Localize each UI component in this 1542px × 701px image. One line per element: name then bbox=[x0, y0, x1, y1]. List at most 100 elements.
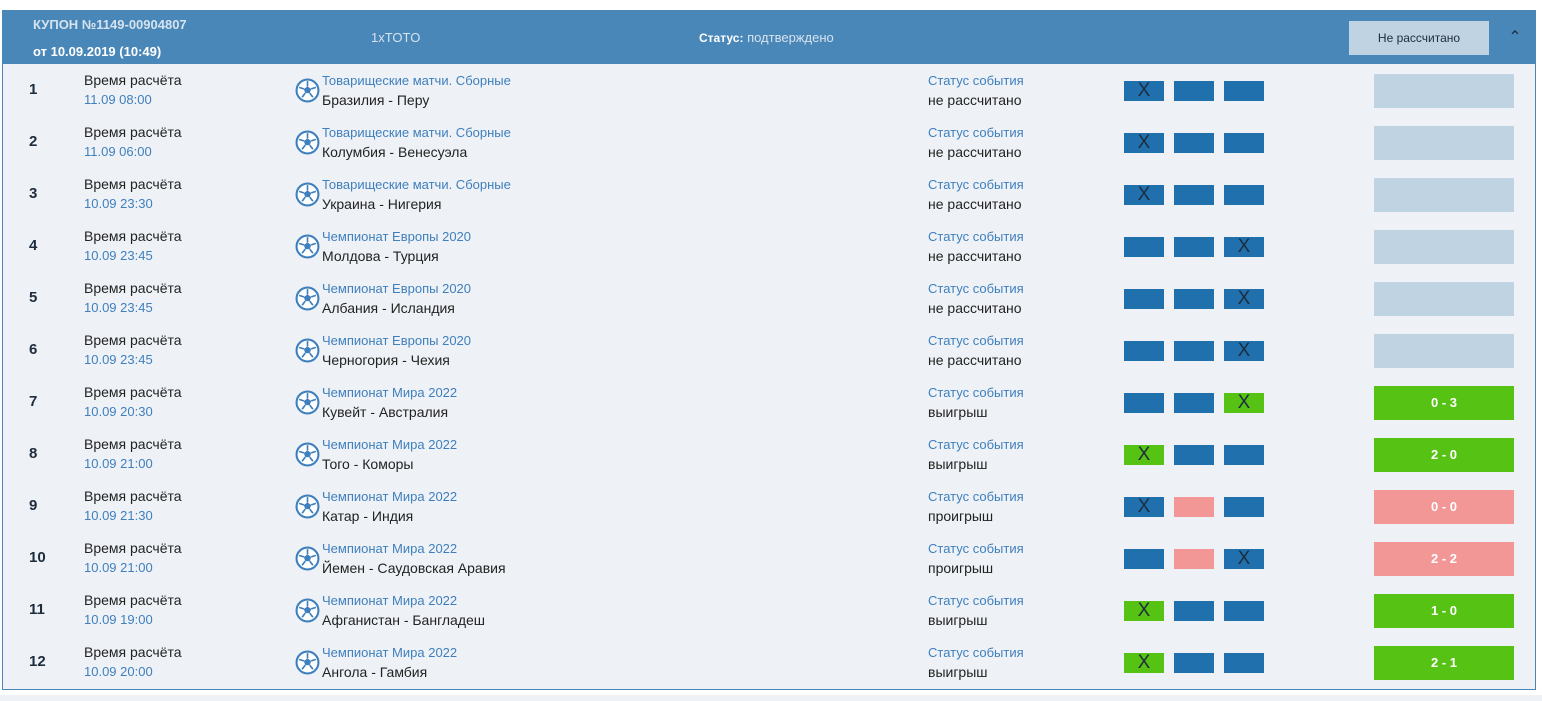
league-link[interactable]: Чемпионат Европы 2020 bbox=[322, 333, 471, 348]
coupon-panel: КУПОН №1149-00904807 от 10.09.2019 (10:4… bbox=[2, 10, 1536, 690]
time-value: 10.09 21:00 bbox=[84, 456, 153, 471]
time-label: Время расчёта bbox=[84, 332, 182, 348]
league-link[interactable]: Чемпионат Мира 2022 bbox=[322, 645, 457, 660]
event-status-label: Статус события bbox=[928, 177, 1024, 192]
time-value: 10.09 20:30 bbox=[84, 404, 153, 419]
event-number: 1 bbox=[29, 81, 38, 98]
outcome-box bbox=[1174, 497, 1214, 517]
outcome-box: X bbox=[1124, 497, 1164, 517]
pick-mark: X bbox=[1137, 652, 1151, 673]
league-link[interactable]: Чемпионат Мира 2022 bbox=[322, 385, 457, 400]
league-link[interactable]: Чемпионат Мира 2022 bbox=[322, 593, 457, 608]
outcome-box bbox=[1124, 549, 1164, 569]
outcome-box: X bbox=[1224, 549, 1264, 569]
event-row: 11 Время расчёта 10.09 19:00 Чемпионат М… bbox=[3, 584, 1535, 636]
time-value: 10.09 23:45 bbox=[84, 352, 153, 367]
event-number: 9 bbox=[29, 497, 38, 514]
time-value: 10.09 21:30 bbox=[84, 508, 153, 523]
outcome-box: X bbox=[1224, 289, 1264, 309]
coupon-header[interactable]: КУПОН №1149-00904807 от 10.09.2019 (10:4… bbox=[3, 11, 1535, 64]
league-link[interactable]: Чемпионат Мира 2022 bbox=[322, 437, 457, 452]
soccer-ball-icon bbox=[295, 494, 320, 519]
match-name: Ангола - Гамбия bbox=[322, 664, 428, 680]
event-status-label: Статус события bbox=[928, 541, 1024, 556]
event-status-value: выигрыш bbox=[928, 456, 988, 472]
outcome-box bbox=[1224, 133, 1264, 153]
result-score bbox=[1374, 230, 1514, 264]
result-score: 0 - 0 bbox=[1374, 490, 1514, 524]
match-name: Черногория - Чехия bbox=[322, 352, 450, 368]
outcome-box bbox=[1124, 237, 1164, 257]
result-score: 2 - 0 bbox=[1374, 438, 1514, 472]
pick-mark: X bbox=[1237, 236, 1251, 257]
event-number: 4 bbox=[29, 237, 38, 254]
league-link[interactable]: Товарищеские матчи. Сборные bbox=[322, 125, 511, 140]
event-status-label: Статус события bbox=[928, 229, 1024, 244]
result-score bbox=[1374, 74, 1514, 108]
soccer-ball-icon bbox=[295, 286, 320, 311]
event-status-value: проигрыш bbox=[928, 508, 994, 524]
outcome-box bbox=[1224, 653, 1264, 673]
coupon-status: Статус: подтверждено bbox=[699, 30, 834, 45]
match-name: Украина - Нигерия bbox=[322, 196, 442, 212]
event-row: 7 Время расчёта 10.09 20:30 Чемпионат Ми… bbox=[3, 376, 1535, 428]
soccer-ball-icon bbox=[295, 546, 320, 571]
league-link[interactable]: Чемпионат Европы 2020 bbox=[322, 229, 471, 244]
outcome-box bbox=[1224, 445, 1264, 465]
pick-mark: X bbox=[1237, 288, 1251, 309]
coupon-date: от 10.09.2019 (10:49) bbox=[33, 44, 162, 59]
chevron-up-icon[interactable]: ⌃ bbox=[1505, 27, 1525, 47]
event-status-value: не рассчитано bbox=[928, 92, 1022, 108]
event-status-value: проигрыш bbox=[928, 560, 994, 576]
soccer-ball-icon bbox=[295, 598, 320, 623]
outcome-box: X bbox=[1224, 341, 1264, 361]
outcome-box bbox=[1174, 653, 1214, 673]
match-name: Того - Коморы bbox=[322, 456, 414, 472]
match-name: Катар - Индия bbox=[322, 508, 414, 524]
event-status-label: Статус события bbox=[928, 125, 1024, 140]
pick-mark: X bbox=[1137, 184, 1151, 205]
event-row: 1 Время расчёта 11.09 08:00 Товарищеские… bbox=[3, 64, 1535, 116]
league-link[interactable]: Чемпионат Мира 2022 bbox=[322, 489, 457, 504]
pick-mark: X bbox=[1237, 392, 1251, 413]
time-label: Время расчёта bbox=[84, 436, 182, 452]
time-value: 11.09 08:00 bbox=[84, 92, 152, 107]
outcome-box: X bbox=[1124, 185, 1164, 205]
time-value: 10.09 20:00 bbox=[84, 664, 153, 679]
event-status-label: Статус события bbox=[928, 437, 1024, 452]
event-status-label: Статус события bbox=[928, 645, 1024, 660]
time-label: Время расчёта bbox=[84, 540, 182, 556]
time-label: Время расчёта bbox=[84, 488, 182, 504]
outcome-box: X bbox=[1124, 601, 1164, 621]
outcome-box bbox=[1224, 601, 1264, 621]
not-calculated-button[interactable]: Не рассчитано bbox=[1349, 21, 1489, 55]
event-status-label: Статус события bbox=[928, 385, 1024, 400]
event-number: 7 bbox=[29, 393, 38, 410]
status-value: подтверждено bbox=[747, 30, 834, 45]
outcome-box: X bbox=[1124, 445, 1164, 465]
time-label: Время расчёта bbox=[84, 592, 182, 608]
event-status-value: не рассчитано bbox=[928, 144, 1022, 160]
event-number: 2 bbox=[29, 133, 38, 150]
league-link[interactable]: Чемпионат Европы 2020 bbox=[322, 281, 471, 296]
outcome-box bbox=[1224, 497, 1264, 517]
soccer-ball-icon bbox=[295, 442, 320, 467]
pick-mark: X bbox=[1137, 600, 1151, 621]
event-status-value: не рассчитано bbox=[928, 196, 1022, 212]
match-name: Афганистан - Бангладеш bbox=[322, 612, 486, 628]
event-status-value: выигрыш bbox=[928, 664, 988, 680]
league-link[interactable]: Товарищеские матчи. Сборные bbox=[322, 73, 511, 88]
league-link[interactable]: Товарищеские матчи. Сборные bbox=[322, 177, 511, 192]
league-link[interactable]: Чемпионат Мира 2022 bbox=[322, 541, 457, 556]
time-label: Время расчёта bbox=[84, 124, 182, 140]
soccer-ball-icon bbox=[295, 390, 320, 415]
time-value: 10.09 23:45 bbox=[84, 300, 153, 315]
soccer-ball-icon bbox=[295, 650, 320, 675]
outcome-box bbox=[1224, 185, 1264, 205]
event-row: 2 Время расчёта 11.09 06:00 Товарищеские… bbox=[3, 116, 1535, 168]
outcome-box bbox=[1174, 289, 1214, 309]
match-name: Йемен - Саудовская Аравия bbox=[322, 560, 506, 576]
coupon-number: КУПОН №1149-00904807 bbox=[33, 17, 187, 32]
event-status-value: не рассчитано bbox=[928, 248, 1022, 264]
result-score bbox=[1374, 282, 1514, 316]
